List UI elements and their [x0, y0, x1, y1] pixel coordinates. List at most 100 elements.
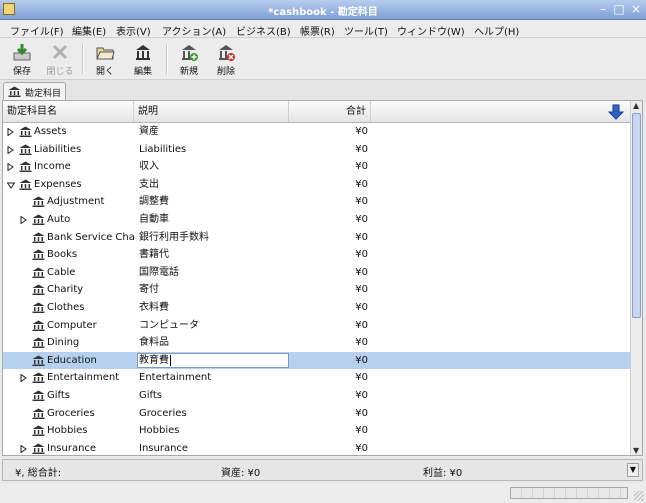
- account-row[interactable]: Liabilities Liabilities ¥0: [3, 141, 630, 159]
- account-tree[interactable]: 勘定科目名 説明 合計 Assets 資産 ¥0 Liabilities Liabili…: [2, 100, 643, 456]
- column-header-total[interactable]: 合計: [289, 101, 371, 122]
- account-row[interactable]: Clothes 衣料費 ¥0: [3, 299, 630, 317]
- account-name: Groceries: [47, 407, 95, 419]
- account-row[interactable]: Auto 自動車 ¥0: [3, 211, 630, 229]
- account-name: Liabilities: [34, 143, 82, 155]
- account-icon: [32, 196, 45, 210]
- account-row[interactable]: Entertainment Entertainment ¥0: [3, 369, 630, 387]
- tab-accounts[interactable]: 勘定科目: [3, 82, 66, 100]
- edit-button[interactable]: 編集: [126, 42, 160, 78]
- account-total: ¥0: [355, 143, 368, 155]
- column-header-account-name[interactable]: 勘定科目名: [3, 101, 134, 122]
- menu-reports[interactable]: 帳票(R): [300, 23, 335, 38]
- account-row[interactable]: Cable 国際電話 ¥0: [3, 264, 630, 282]
- menu-view[interactable]: 表示(V): [116, 23, 151, 38]
- menu-window[interactable]: ウィンドウ(W): [397, 23, 465, 38]
- account-total: ¥0: [355, 249, 368, 261]
- account-row[interactable]: Hobbies Hobbies ¥0: [3, 422, 630, 440]
- menu-edit[interactable]: 編集(E): [72, 23, 106, 38]
- account-row[interactable]: Groceries Groceries ¥0: [3, 405, 630, 423]
- account-icon: [32, 337, 45, 351]
- menu-file[interactable]: ファイル(F): [10, 23, 64, 38]
- account-name: Hobbies: [47, 425, 88, 437]
- tab-strip: 勘定科目: [0, 80, 646, 100]
- summary-assets: 資産: ¥0: [221, 468, 261, 479]
- account-row[interactable]: Gifts Gifts ¥0: [3, 387, 630, 405]
- minimize-icon[interactable]: –: [596, 2, 610, 16]
- scrollbar-thumb[interactable]: [632, 113, 641, 318]
- account-row[interactable]: Bank Service Char 銀行利用手数料 ¥0: [3, 229, 630, 247]
- toolbar-separator: [166, 44, 168, 74]
- new-button[interactable]: 新規: [172, 42, 206, 78]
- account-row[interactable]: Adjustment 調整費 ¥0: [3, 193, 630, 211]
- account-total: ¥0: [355, 161, 368, 173]
- expand-arrow-icon[interactable]: [20, 215, 27, 224]
- maximize-icon[interactable]: □: [612, 2, 626, 16]
- summary-dropdown-button[interactable]: ▼: [627, 463, 639, 477]
- account-icon: [19, 179, 32, 193]
- account-icon: [19, 144, 32, 158]
- account-name: Dining: [47, 337, 80, 349]
- menu-business[interactable]: ビジネス(B): [236, 23, 291, 38]
- toolbar-separator: [82, 44, 84, 74]
- account-total: ¥0: [355, 178, 368, 190]
- expand-arrow-icon[interactable]: [7, 145, 14, 154]
- column-header-description[interactable]: 説明: [134, 101, 289, 122]
- vertical-scrollbar[interactable]: ▲ ▼: [630, 101, 642, 455]
- account-row[interactable]: Expenses 支出 ¥0: [3, 176, 630, 194]
- account-total: ¥0: [355, 196, 368, 208]
- save-icon: [13, 44, 31, 61]
- account-row[interactable]: Charity 寄付 ¥0: [3, 281, 630, 299]
- close-window-icon[interactable]: ×: [629, 2, 643, 16]
- account-description: 衣料費: [139, 301, 169, 313]
- account-description: 国際電話: [139, 266, 179, 278]
- description-edit-field[interactable]: 教育費: [137, 352, 289, 368]
- new-account-icon: [182, 45, 198, 61]
- account-name: Clothes: [47, 301, 85, 313]
- account-row[interactable]: Books 書籍代 ¥0: [3, 246, 630, 264]
- account-icon: [32, 302, 45, 316]
- scroll-up-icon[interactable]: ▲: [633, 101, 639, 110]
- account-icon: [32, 408, 45, 422]
- account-description: 資産: [139, 126, 159, 137]
- resize-grip[interactable]: [634, 491, 644, 501]
- account-row[interactable]: Dining 食料品 ¥0: [3, 334, 630, 352]
- account-description: Entertainment: [139, 372, 212, 384]
- account-total: ¥0: [355, 425, 368, 437]
- account-row[interactable]: Education 教育費 ¥0: [3, 351, 630, 370]
- account-row[interactable]: Assets 資産 ¥0: [3, 123, 630, 141]
- expand-arrow-icon[interactable]: [20, 374, 27, 383]
- menu-tools[interactable]: ツール(T): [344, 23, 388, 38]
- account-name: Education: [47, 354, 97, 366]
- account-description: 自動車: [139, 213, 169, 225]
- title-bar: *cashbook - 勘定科目 – □ ×: [0, 0, 646, 20]
- scroll-down-icon[interactable]: ▼: [633, 446, 639, 455]
- account-description: Groceries: [139, 407, 187, 419]
- delete-button[interactable]: 削除: [209, 42, 243, 78]
- account-icon: [32, 390, 45, 404]
- collapse-arrow-icon[interactable]: [7, 182, 15, 189]
- account-name: Assets: [34, 126, 67, 137]
- column-selector-arrow-icon[interactable]: [608, 104, 624, 120]
- save-button[interactable]: 保存: [5, 42, 39, 78]
- account-row[interactable]: Income 収入 ¥0: [3, 158, 630, 176]
- account-row[interactable]: Insurance Insurance ¥0: [3, 440, 630, 455]
- summary-bar: ¥, 総合計: 資産: ¥0 利益: ¥0 ▼: [2, 459, 643, 481]
- expand-arrow-icon[interactable]: [20, 444, 27, 453]
- account-description: 銀行利用手数料: [139, 231, 209, 243]
- expand-arrow-icon[interactable]: [7, 163, 14, 172]
- account-row[interactable]: Computer コンピュータ ¥0: [3, 317, 630, 335]
- summary-currency-total: ¥, 総合計:: [15, 468, 62, 479]
- menu-action[interactable]: アクション(A): [162, 23, 226, 38]
- expand-arrow-icon[interactable]: [7, 128, 14, 136]
- close-button[interactable]: 閉じる: [43, 42, 77, 78]
- account-description: Liabilities: [139, 143, 187, 155]
- toolbar: 保存 閉じる 開く 編集 新規 削除: [0, 38, 646, 80]
- account-name: Books: [47, 249, 78, 261]
- account-icon: [32, 425, 45, 439]
- menu-help[interactable]: ヘルプ(H): [474, 23, 519, 38]
- account-total: ¥0: [355, 442, 368, 454]
- account-total: ¥0: [355, 372, 368, 384]
- open-button[interactable]: 開く: [88, 42, 122, 78]
- progress-bar: [510, 487, 628, 499]
